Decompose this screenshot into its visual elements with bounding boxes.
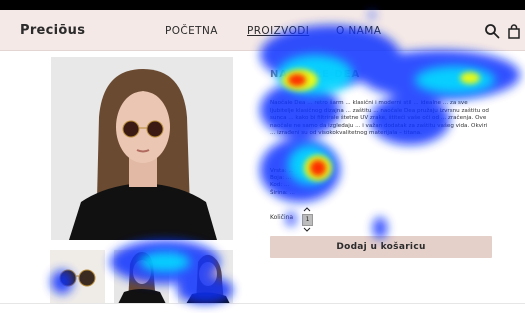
product-thumbnail-2[interactable] — [114, 250, 169, 304]
nav-item-about[interactable]: O NAMA — [336, 25, 381, 37]
spec-line: Boja: ... — [270, 175, 292, 182]
model-side-thumbnail-art — [178, 250, 233, 304]
model-thumbnail-art — [114, 250, 169, 304]
product-main-image[interactable] — [51, 57, 233, 240]
spec-line: Vrsta: ... — [270, 168, 294, 174]
nav-item-home[interactable]: POČETNA — [165, 25, 218, 37]
search-icon[interactable] — [484, 23, 500, 39]
chevron-up-icon[interactable] — [303, 207, 311, 212]
chevron-down-icon[interactable] — [303, 227, 311, 232]
sunglasses-thumbnail-art — [50, 250, 105, 304]
divider — [0, 303, 525, 304]
site-header: Preciōus POČETNA PROIZVODI O NAMA — [0, 10, 525, 51]
shopping-bag-icon[interactable] — [506, 23, 522, 39]
top-black-bar — [0, 0, 525, 10]
product-thumbnail-1[interactable] — [50, 250, 105, 304]
product-title: NAOČALE DEA — [270, 69, 361, 80]
product-photo-illustration — [51, 57, 233, 240]
spec-line: Širina: ... — [270, 189, 295, 196]
nav-item-products[interactable]: PROIZVODI — [247, 25, 309, 37]
quantity-stepper[interactable]: 1 — [300, 207, 314, 233]
quantity-label: Količina — [270, 214, 294, 221]
product-specs: Vrsta: ... Boja: ... Kod: ... Širina: ..… — [270, 168, 390, 197]
add-to-cart-button[interactable]: Dodaj u košaricu — [270, 236, 492, 258]
quantity-value[interactable]: 1 — [302, 214, 313, 226]
spec-line: Kod: ... — [270, 182, 290, 189]
brand-logo[interactable]: Preciōus — [20, 23, 85, 38]
product-description: Naočale Dea ... retro šarm ... klasični … — [270, 100, 489, 137]
product-thumbnail-3[interactable] — [178, 250, 233, 304]
